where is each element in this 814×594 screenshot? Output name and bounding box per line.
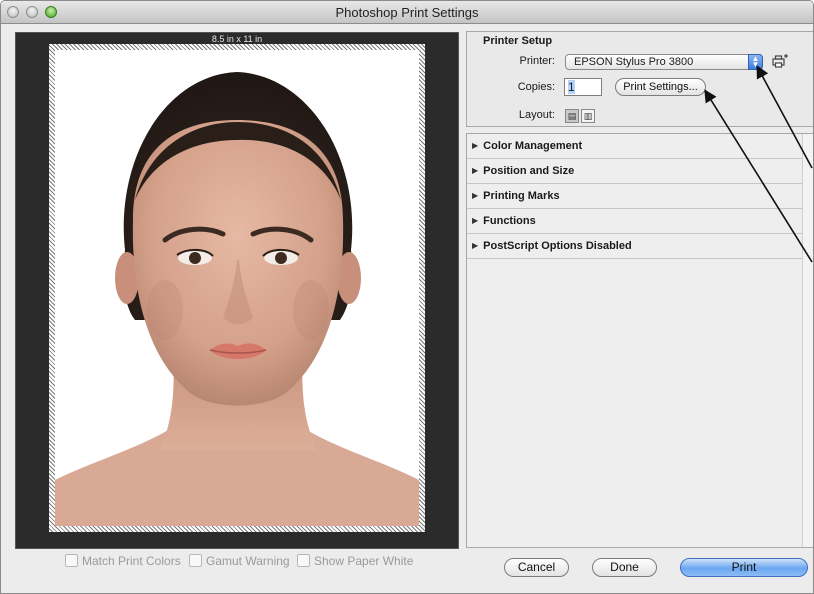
print-preview: 8.5 in x 11 in (15, 32, 459, 549)
print-button[interactable]: Print (680, 558, 808, 577)
section-printing-marks[interactable]: ▶ Printing Marks (467, 184, 802, 209)
window-title: Photoshop Print Settings (335, 5, 479, 20)
done-button[interactable]: Done (592, 558, 657, 577)
match-print-colors-box[interactable] (65, 554, 78, 567)
section-label: Functions (483, 215, 536, 227)
section-label: Color Management (483, 140, 583, 152)
settings-sections: ▶ Color Management ▶ Position and Size ▶ Pr… (466, 133, 813, 548)
chevron-updown-icon[interactable]: ▲ ▼ (748, 54, 763, 70)
title-bar: Photoshop Print Settings (1, 1, 813, 24)
show-paper-white-checkbox[interactable]: Show Paper White (297, 554, 413, 568)
show-paper-white-label: Show Paper White (314, 554, 414, 568)
layout-label: Layout: (518, 109, 555, 121)
print-settings-window: Photoshop Print Settings 8.5 in x 11 in (0, 0, 814, 594)
disclosure-triangle-icon: ▶ (472, 216, 479, 225)
match-print-colors-checkbox[interactable]: Match Print Colors (65, 554, 181, 568)
preview-paper (49, 44, 425, 532)
section-color-management[interactable]: ▶ Color Management (467, 134, 802, 159)
sections-scrollbar[interactable] (802, 134, 813, 547)
print-settings-button[interactable]: Print Settings... (615, 78, 706, 96)
section-position-and-size[interactable]: ▶ Position and Size (467, 159, 802, 184)
printer-label: Printer: (519, 55, 555, 67)
section-postscript-options[interactable]: ▶ PostScript Options Disabled (467, 234, 802, 259)
disclosure-triangle-icon: ▶ (472, 166, 479, 175)
gamut-warning-checkbox[interactable]: Gamut Warning (189, 554, 290, 568)
copies-label: Copies: (517, 81, 555, 93)
section-label: Printing Marks (483, 190, 560, 202)
cancel-button[interactable]: Cancel (504, 558, 569, 577)
section-label: PostScript Options Disabled (483, 240, 632, 252)
printer-select-value: EPSON Stylus Pro 3800 (574, 56, 694, 68)
copies-input[interactable]: 1 (564, 78, 602, 96)
disclosure-triangle-icon: ▶ (472, 141, 479, 150)
printer-add-icon[interactable] (772, 54, 788, 71)
preview-portrait-photo (55, 50, 419, 526)
printer-select[interactable]: EPSON Stylus Pro 3800 ▲ ▼ (565, 54, 763, 70)
landscape-layout-icon[interactable]: ▥ (581, 109, 595, 123)
paper-size-label: 8.5 in x 11 in (211, 34, 263, 44)
disclosure-triangle-icon: ▶ (472, 191, 479, 200)
copies-value: 1 (568, 80, 575, 94)
gamut-warning-box[interactable] (189, 554, 202, 567)
printer-setup-panel: Printer Setup Printer: EPSON Stylus Pro … (466, 31, 813, 127)
printer-setup-title: Printer Setup (483, 35, 553, 47)
section-label: Position and Size (483, 165, 575, 177)
preview-paper-area (55, 50, 419, 526)
disclosure-triangle-icon: ▶ (472, 241, 479, 250)
show-paper-white-box[interactable] (297, 554, 310, 567)
gamut-warning-label: Gamut Warning (206, 554, 290, 568)
match-print-colors-label: Match Print Colors (82, 554, 181, 568)
portrait-layout-icon[interactable]: ▤ (565, 109, 579, 123)
section-functions[interactable]: ▶ Functions (467, 209, 802, 234)
